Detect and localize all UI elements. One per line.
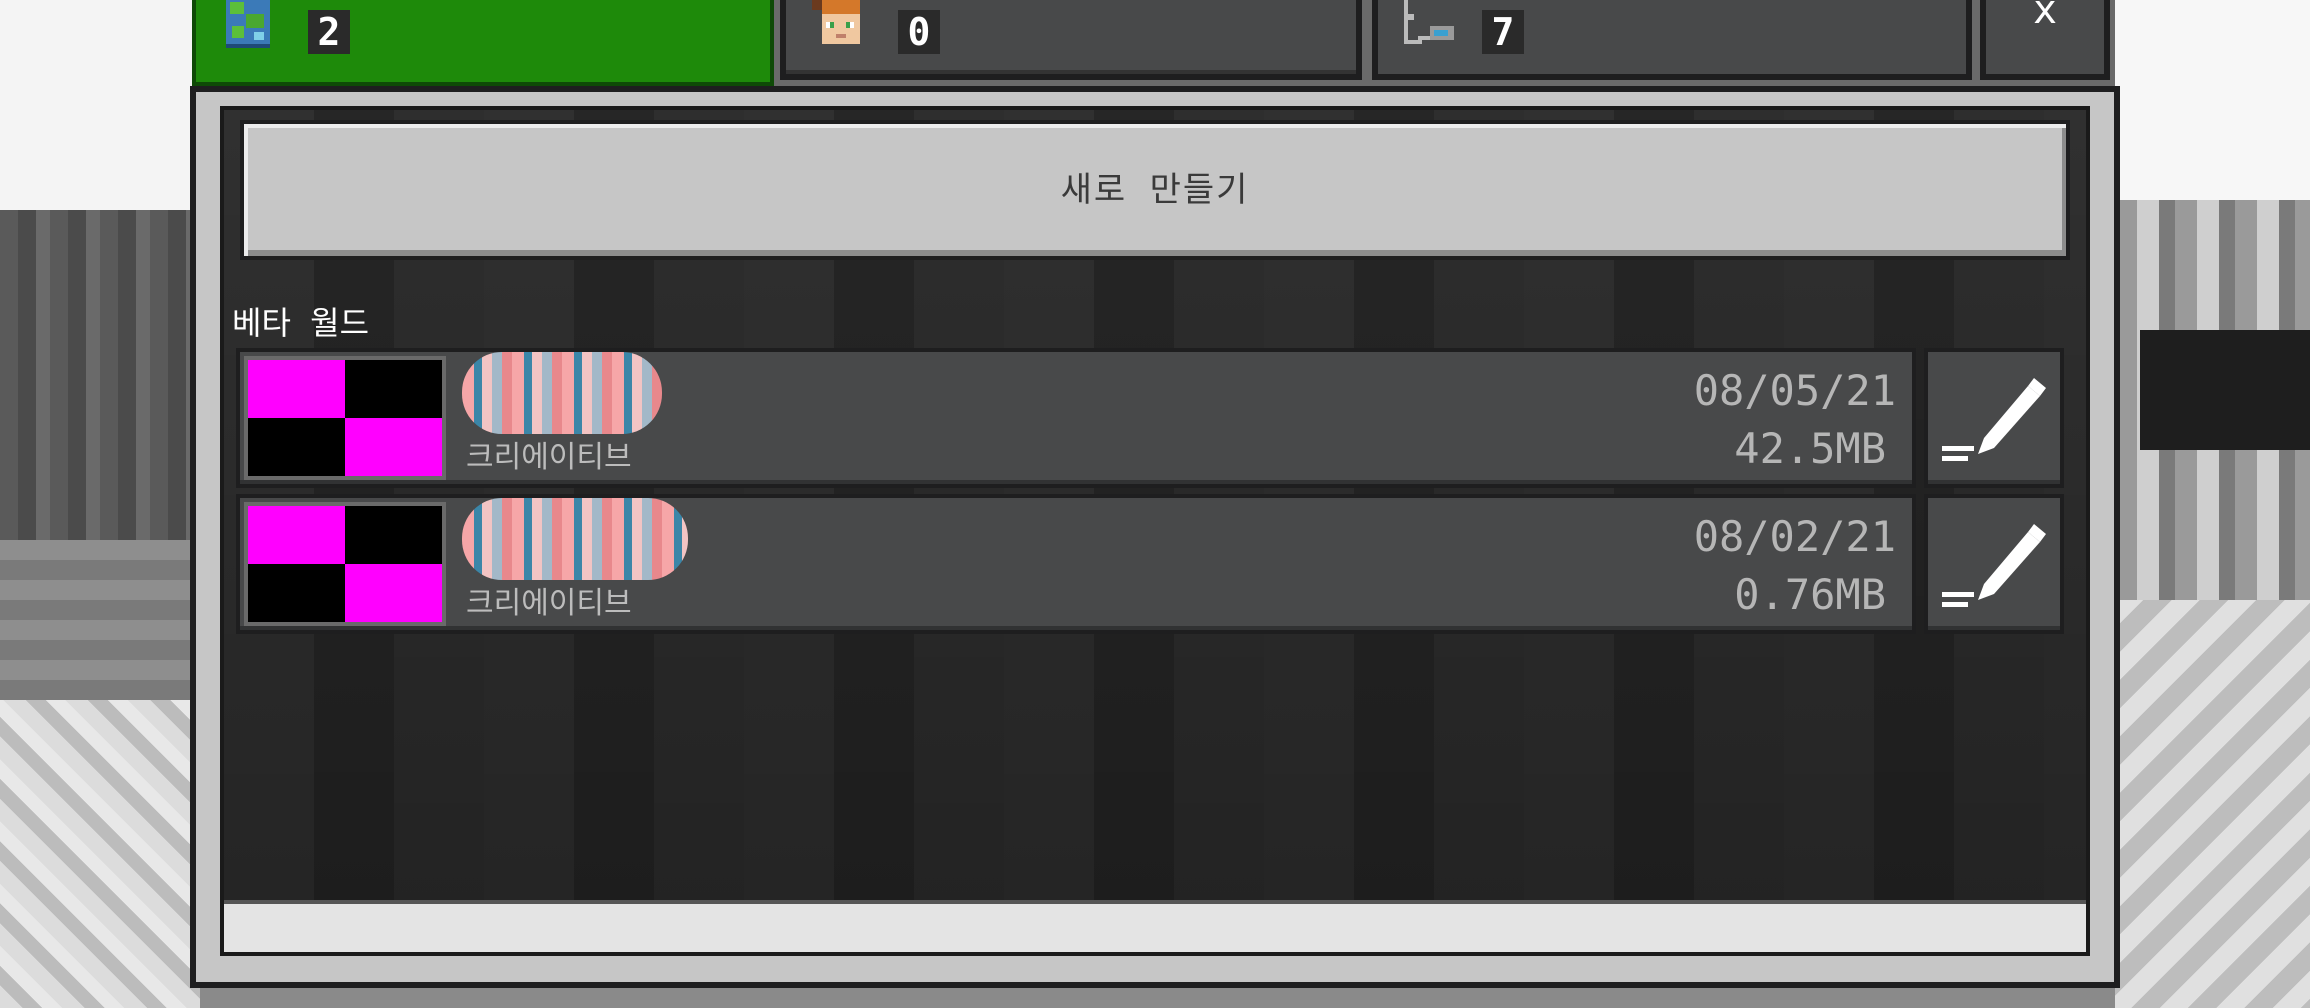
world-thumbnail [244, 356, 446, 480]
world-size: 0.76MB [1734, 570, 1886, 619]
world-mode: 크리에이티브 [466, 440, 632, 475]
world-mode: 크리에이티브 [466, 586, 632, 621]
worlds-panel: 새로 만들기 베타 월드 크리에이티브 08/05/21 42.5MB 크리에이… [190, 86, 2120, 988]
world-thumbnail [244, 502, 446, 626]
tab-friends[interactable]: 0 [780, 0, 1362, 80]
pencil-edit-icon [1942, 378, 2046, 461]
player-face-icon [812, 0, 860, 44]
world-row[interactable]: 크리에이티브 08/02/21 0.76MB [236, 494, 1916, 634]
tab-servers-count: 7 [1482, 10, 1524, 54]
edit-world-button[interactable] [1924, 348, 2064, 488]
close-icon: x [2032, 0, 2058, 33]
server-icon [1404, 0, 1454, 44]
worlds-list-area: 새로 만들기 베타 월드 크리에이티브 08/05/21 42.5MB 크리에이… [220, 106, 2090, 956]
world-size: 42.5MB [1734, 424, 1886, 473]
world-globe-icon [226, 0, 270, 48]
pencil-edit-icon [1942, 524, 2046, 607]
close-button[interactable]: x [1980, 0, 2110, 80]
world-name-redacted [462, 498, 688, 580]
world-row[interactable]: 크리에이티브 08/05/21 42.5MB [236, 348, 1916, 488]
world-date: 08/05/21 [1693, 366, 1896, 415]
tab-servers[interactable]: 7 [1372, 0, 1972, 80]
tab-worlds-count: 2 [308, 10, 350, 54]
world-date: 08/02/21 [1693, 512, 1896, 561]
section-label-beta-worlds: 베타 월드 [232, 304, 370, 342]
world-name-redacted [462, 352, 662, 434]
tab-friends-count: 0 [898, 10, 940, 54]
tab-worlds[interactable]: 2 [192, 0, 774, 86]
create-new-button[interactable]: 새로 만들기 [240, 120, 2070, 260]
edit-world-button[interactable] [1924, 494, 2064, 634]
